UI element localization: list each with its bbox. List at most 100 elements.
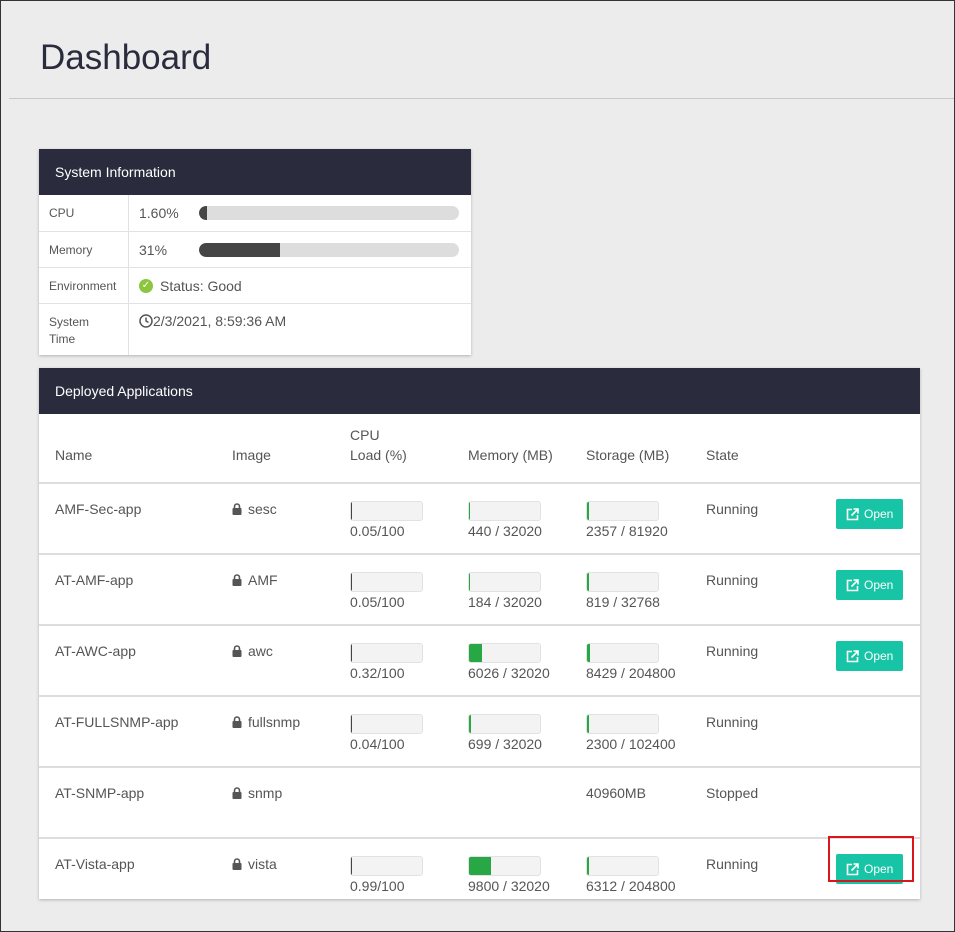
lock-icon [232, 786, 242, 799]
cpu-load-value: 0.99/100 [350, 878, 405, 894]
app-name: AT-Vista-app [39, 837, 216, 909]
memory-fill [469, 715, 471, 733]
memory-value: 184 / 32020 [468, 594, 542, 610]
memory-fill [469, 573, 471, 591]
open-button[interactable]: Open [836, 570, 904, 600]
cpu-label: CPU [39, 195, 129, 231]
memory-bar [468, 714, 541, 734]
cpu-load-fill [351, 857, 353, 875]
storage-value: 2300 / 102400 [586, 736, 676, 752]
storage-fill [587, 644, 590, 662]
cpu-load-value: 0.05/100 [350, 594, 405, 610]
table-row: AMF-Sec-app sesc 0.05/100 440 / 32020 2357 … [39, 482, 920, 554]
app-state: Running [690, 695, 804, 767]
environment-row: Environment ✓ Status: Good [39, 267, 471, 303]
cpu-load-value: 0.32/100 [350, 665, 405, 681]
col-name: Name [55, 447, 93, 463]
app-name: AMF-Sec-app [39, 482, 216, 554]
cpu-row: CPU 1.60% [39, 195, 471, 231]
environment-label: Environment [39, 268, 129, 303]
memory-value: 31% [139, 241, 168, 258]
lock-icon [232, 573, 242, 586]
memory-progress-bar [199, 242, 459, 257]
storage-value: 2357 / 81920 [586, 523, 668, 539]
system-time-label: System Time [39, 304, 129, 355]
cpu-load-value: 0.05/100 [350, 523, 405, 539]
cpu-load-value: 0.04/100 [350, 736, 405, 752]
cpu-load-bar [350, 856, 423, 876]
memory-row: Memory 31% [39, 231, 471, 267]
memory-value: 699 / 32020 [468, 736, 542, 752]
app-state: Running [690, 837, 804, 909]
storage-value: 819 / 32768 [586, 594, 660, 610]
app-image: snmp [248, 785, 283, 801]
app-name: AT-AWC-app [39, 624, 216, 696]
cpu-value: 1.60% [139, 205, 179, 221]
col-storage: Storage (MB) [586, 447, 670, 463]
storage-value: 40960MB [586, 785, 646, 801]
system-time-row: System Time 2/3/2021, 8:59:36 AM [39, 303, 471, 355]
cpu-progress-fill [198, 206, 207, 220]
memory-bar [468, 501, 541, 521]
table-row: AT-AMF-app AMF 0.05/100 184 / 32020 819 / 3… [39, 553, 920, 625]
app-state: Running [690, 553, 804, 625]
memory-value: 9800 / 32020 [468, 878, 550, 894]
storage-fill [587, 502, 590, 520]
table-row: AT-Vista-app vista 0.99/100 9800 / 32020 63… [39, 837, 920, 909]
storage-bar [586, 501, 659, 521]
memory-bar [468, 856, 541, 876]
open-button[interactable]: Open [836, 641, 904, 671]
cpu-load-bar [350, 643, 423, 663]
app-name: AT-FULLSNMP-app [39, 695, 216, 767]
app-image: fullsnmp [248, 714, 301, 730]
panel-title: System Information [39, 149, 471, 195]
storage-bar [586, 643, 659, 663]
applications-table: Name Image CPU Load (%) Memory (MB) Stor… [39, 414, 920, 909]
col-actions [804, 414, 920, 483]
memory-fill [469, 502, 471, 520]
table-row: AT-SNMP-app snmp 40960MB Stopped [39, 766, 920, 838]
col-cpu: CPU Load (%) [350, 427, 407, 463]
app-image: vista [248, 856, 277, 872]
storage-fill [587, 715, 589, 733]
cpu-progress-bar [198, 206, 459, 220]
app-name: AT-AMF-app [39, 553, 216, 625]
table-row: AT-AWC-app awc 0.32/100 6026 / 32020 8429 /… [39, 624, 920, 696]
memory-bar [468, 643, 541, 663]
cpu-load-fill [351, 644, 353, 662]
external-link-icon [846, 507, 859, 520]
storage-bar [586, 714, 659, 734]
app-image: sesc [248, 501, 277, 517]
cpu-load-bar [350, 501, 423, 521]
cpu-load-fill [351, 573, 353, 591]
cpu-load-fill [351, 502, 353, 520]
open-button[interactable]: Open [836, 499, 904, 529]
app-state: Running [690, 482, 804, 554]
cpu-load-bar [350, 572, 423, 592]
environment-status: Status: Good [160, 277, 242, 294]
storage-value: 8429 / 204800 [586, 665, 676, 681]
lock-icon [232, 502, 242, 515]
memory-label: Memory [39, 232, 129, 267]
system-time-value: 2/3/2021, 8:59:36 AM [153, 313, 287, 329]
lock-icon [232, 857, 242, 870]
memory-progress-fill [199, 242, 280, 257]
highlight-box [828, 836, 914, 882]
open-label: Open [864, 578, 894, 592]
panel-title: Deployed Applications [39, 368, 920, 414]
col-image: Image [232, 447, 271, 463]
divider [9, 98, 954, 99]
clock-icon [139, 314, 153, 328]
app-state: Running [690, 624, 804, 696]
app-name: AT-SNMP-app [39, 766, 216, 838]
cpu-load-fill [351, 715, 353, 733]
col-memory: Memory (MB) [468, 447, 553, 463]
lock-icon [232, 715, 242, 728]
open-label: Open [864, 649, 894, 663]
open-label: Open [864, 507, 894, 521]
memory-fill [469, 644, 483, 662]
storage-bar [586, 572, 659, 592]
cpu-load-bar [350, 714, 423, 734]
storage-value: 6312 / 204800 [586, 878, 676, 894]
app-image: awc [248, 643, 273, 659]
